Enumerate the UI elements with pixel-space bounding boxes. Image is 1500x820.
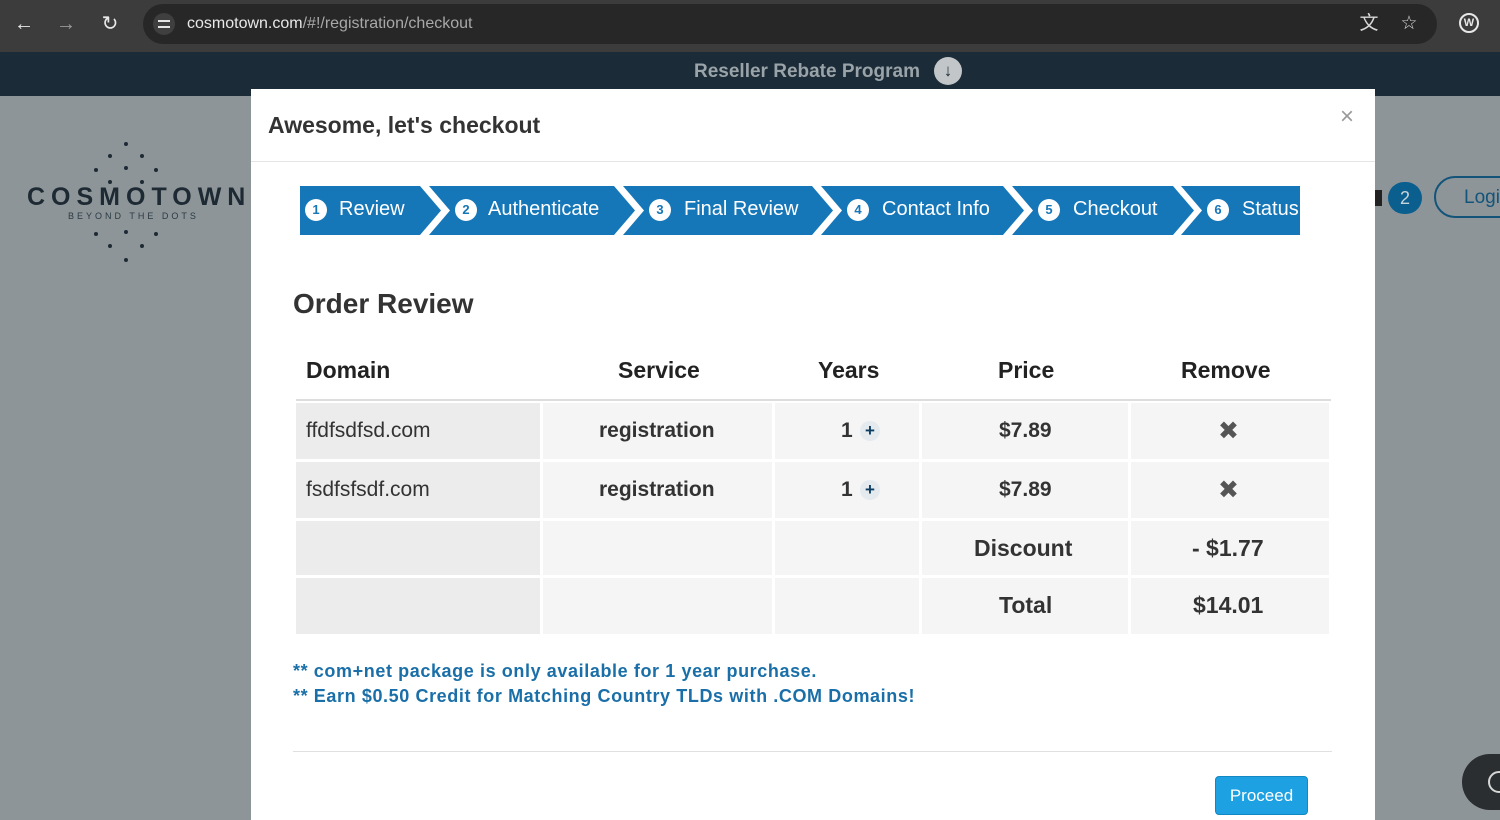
chat-icon — [1488, 771, 1500, 793]
order-review-title: Order Review — [293, 288, 474, 319]
step-review[interactable]: 1 Review — [300, 186, 441, 235]
empty-cell — [543, 578, 772, 634]
checkout-steps: 1 Review 2 Authenticate 3 Final Review 4… — [300, 186, 1300, 235]
chevron-down-icon[interactable]: ↓ — [934, 57, 962, 85]
translate-icon[interactable]: 文 — [1357, 12, 1381, 36]
domain-cell: fsdfsfsdf.com — [296, 462, 540, 518]
close-icon[interactable]: × — [1340, 103, 1354, 131]
logo-tagline: BEYOND THE DOTS — [68, 211, 199, 221]
url-text[interactable]: cosmotown.com/#!/registration/checkout — [187, 15, 472, 33]
price-value: $7.89 — [999, 419, 1052, 442]
discount-label: Discount — [974, 535, 1073, 561]
bookmark-star-icon[interactable]: ☆ — [1397, 12, 1421, 36]
site-logo[interactable]: COSMOTOWN — [27, 183, 251, 212]
step-number: 4 — [847, 199, 869, 221]
remove-cell: ✖ — [1131, 403, 1329, 459]
price-value: $7.89 — [999, 478, 1052, 501]
footer-divider — [293, 751, 1332, 752]
total-label-cell: Total — [922, 578, 1128, 634]
years-cell: 1 + — [775, 403, 919, 459]
step-number: 2 — [455, 199, 477, 221]
plus-icon[interactable]: + — [860, 421, 880, 441]
column-header-price: Price — [998, 357, 1055, 383]
discount-value-cell: - $1.77 — [1131, 521, 1329, 575]
empty-cell — [775, 578, 919, 634]
checkout-modal: Awesome, let's checkout × 1 Review 2 Aut… — [251, 89, 1375, 820]
note-comnet-package: ** com+net package is only available for… — [293, 661, 817, 681]
modal-header: Awesome, let's checkout × — [251, 89, 1375, 162]
step-label: Authenticate — [488, 198, 600, 220]
forward-arrow-icon[interactable]: → — [52, 10, 80, 38]
discount-value: - $1.77 — [1192, 535, 1264, 561]
step-final-review[interactable]: 3 Final Review — [623, 186, 833, 235]
total-value-cell: $14.01 — [1131, 578, 1329, 634]
remove-cell: ✖ — [1131, 462, 1329, 518]
service-name: registration — [599, 419, 715, 442]
site-info-icon[interactable] — [153, 13, 175, 35]
service-cell: registration — [543, 403, 772, 459]
price-cell: $7.89 — [922, 403, 1128, 459]
back-arrow-icon[interactable]: ← — [10, 10, 38, 38]
step-label: Status — [1242, 198, 1299, 220]
empty-cell — [543, 521, 772, 575]
plus-icon[interactable]: + — [860, 480, 880, 500]
step-label: Contact Info — [882, 198, 990, 220]
step-checkout[interactable]: 5 Checkout — [1012, 186, 1194, 235]
profile-avatar[interactable]: W — [1459, 13, 1479, 33]
login-button[interactable]: Logi — [1434, 176, 1500, 218]
header-divider — [296, 399, 1331, 401]
step-label: Review — [339, 198, 405, 220]
chat-widget-button[interactable] — [1462, 754, 1500, 810]
service-cell: registration — [543, 462, 772, 518]
empty-cell — [296, 521, 540, 575]
years-value: 1 — [841, 478, 853, 501]
empty-cell — [296, 578, 540, 634]
browser-toolbar: ← → ↻ cosmotown.com/#!/registration/chec… — [0, 0, 1500, 52]
remove-icon[interactable]: ✖ — [1218, 418, 1239, 444]
reload-icon[interactable]: ↻ — [96, 10, 124, 38]
column-header-years: Years — [818, 357, 880, 383]
step-status[interactable]: 6 Status — [1181, 186, 1300, 235]
step-authenticate[interactable]: 2 Authenticate — [429, 186, 635, 235]
discount-label-cell: Discount — [922, 521, 1128, 575]
years-value: 1 — [841, 419, 853, 442]
modal-title: Awesome, let's checkout — [268, 112, 541, 138]
note-tld-credit: ** Earn $0.50 Credit for Matching Countr… — [293, 686, 916, 706]
step-number: 3 — [649, 199, 671, 221]
cart-count-badge[interactable]: 2 — [1388, 182, 1422, 214]
empty-cell — [775, 521, 919, 575]
domain-cell: ffdfsdfsd.com — [296, 403, 540, 459]
step-number: 5 — [1038, 199, 1060, 221]
checkout-notes: ** com+net package is only available for… — [293, 659, 915, 709]
address-bar[interactable]: cosmotown.com/#!/registration/checkout 文… — [143, 4, 1437, 44]
total-label: Total — [999, 592, 1053, 618]
column-header-remove: Remove — [1181, 357, 1271, 383]
step-number: 6 — [1207, 199, 1229, 221]
price-cell: $7.89 — [922, 462, 1128, 518]
service-name: registration — [599, 478, 715, 501]
step-number: 1 — [305, 199, 327, 221]
cart-icon[interactable] — [1374, 190, 1382, 206]
total-value: $14.01 — [1193, 592, 1264, 618]
column-header-domain: Domain — [306, 357, 391, 383]
domain-name: fsdfsfsdf.com — [306, 478, 430, 501]
column-header-service: Service — [618, 357, 700, 383]
banner-text[interactable]: Reseller Rebate Program — [694, 61, 920, 83]
domain-name: ffdfsdfsd.com — [306, 419, 431, 442]
step-label: Final Review — [684, 198, 799, 220]
step-label: Checkout — [1073, 198, 1158, 220]
proceed-button[interactable]: Proceed — [1215, 776, 1308, 815]
step-contact-info[interactable]: 4 Contact Info — [821, 186, 1024, 235]
remove-icon[interactable]: ✖ — [1218, 477, 1239, 503]
years-cell: 1 + — [775, 462, 919, 518]
